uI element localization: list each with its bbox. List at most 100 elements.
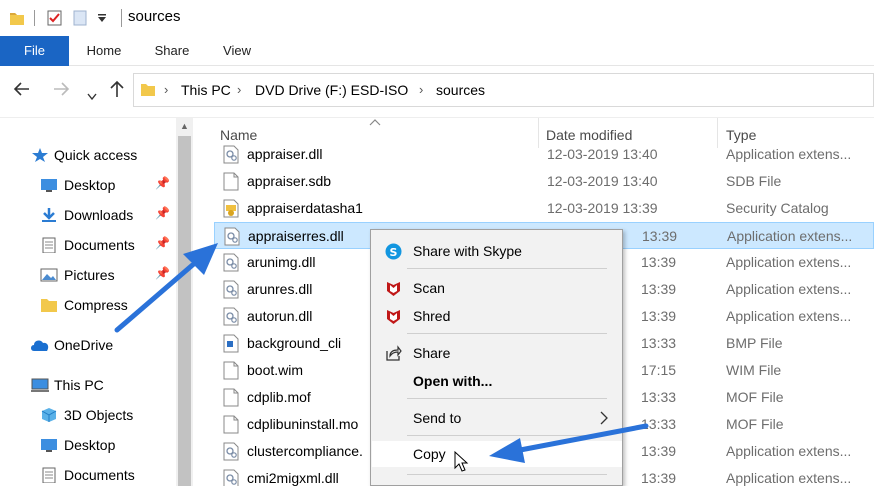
file-date: 13:39	[641, 254, 677, 270]
file-type: MOF File	[726, 416, 784, 432]
file-type: Application extens...	[726, 308, 852, 324]
navigation-pane: Quick access Desktop 📌 Downloads 📌 Docum…	[0, 118, 195, 486]
forward-button[interactable]	[52, 80, 70, 102]
bmp-icon	[223, 334, 239, 353]
context-menu: S Share with Skype Scan Shred Share Open…	[370, 229, 623, 486]
properties-icon[interactable]	[46, 9, 64, 27]
download-icon	[42, 208, 56, 222]
cube-icon	[41, 408, 57, 422]
star-icon	[32, 148, 48, 162]
nav-scrollbar[interactable]: ▲	[176, 118, 193, 486]
menu-separator	[407, 398, 607, 399]
tab-file[interactable]: File	[0, 36, 69, 66]
nav-label: Desktop	[64, 437, 116, 453]
file-date: 12-03-2019 13:39	[547, 200, 658, 216]
up-button[interactable]	[109, 80, 125, 102]
menu-item-share-with-skype[interactable]: S Share with Skype	[372, 238, 622, 264]
file-icon	[223, 388, 239, 407]
nav-item-pictures[interactable]: Pictures 📌	[0, 261, 176, 289]
address-row: › This PC › DVD Drive (F:) ESD-ISO › sou…	[0, 66, 874, 118]
file-date: 13:39	[641, 470, 677, 486]
nav-label: Compress	[64, 297, 128, 313]
nav-item-documents-pc[interactable]: Documents	[0, 461, 176, 486]
nav-item-quick-access[interactable]: Quick access	[0, 141, 176, 169]
file-name: autorun.dll	[247, 308, 313, 324]
menu-item-copy[interactable]: Copy	[372, 441, 622, 467]
file-name: appraiserdatasha1	[247, 200, 363, 216]
scroll-up-button[interactable]: ▲	[176, 118, 193, 135]
nav-item-this-pc[interactable]: This PC	[0, 371, 176, 399]
nav-item-desktop[interactable]: Desktop 📌	[0, 171, 176, 199]
file-name: appraiser.dll	[247, 146, 323, 162]
scrollbar-thumb[interactable]	[178, 136, 191, 486]
new-folder-icon[interactable]	[72, 9, 88, 27]
table-row[interactable]: appraiser.sdb 12-03-2019 13:40 SDB File	[214, 168, 874, 195]
table-row[interactable]: appraiser.dll 12-03-2019 13:40 Application…	[214, 141, 874, 168]
arrow-left-icon	[13, 82, 29, 96]
file-name: appraiser.sdb	[247, 173, 332, 189]
menu-separator	[407, 333, 607, 334]
file-type: BMP File	[726, 335, 783, 351]
file-date: 13:39	[642, 228, 678, 244]
file-type: Application extens...	[727, 228, 853, 244]
recent-locations-button[interactable]	[87, 85, 97, 105]
menu-item-scan[interactable]: Scan	[372, 275, 622, 301]
file-name: cmi2migxml.dll	[247, 470, 339, 486]
dll-icon	[223, 469, 239, 486]
file-type: Application extens...	[726, 254, 852, 270]
file-date: 13:33	[641, 389, 677, 405]
menu-item-label: Open with...	[413, 373, 493, 389]
table-row[interactable]: appraiserdatasha1 12-03-2019 13:39 Securit…	[214, 195, 874, 222]
tab-share[interactable]: Share	[141, 36, 203, 66]
qa-divider	[34, 10, 35, 26]
dll-icon	[224, 227, 240, 246]
tab-view[interactable]: View	[206, 36, 268, 66]
chevron-right-icon	[600, 411, 608, 425]
nav-label: Documents	[64, 467, 135, 483]
breadcrumb-separator: ›	[164, 82, 169, 97]
file-date: 17:15	[641, 362, 677, 378]
file-date: 13:33	[641, 335, 677, 351]
breadcrumb-separator: ›	[419, 82, 424, 97]
menu-item-share[interactable]: Share	[372, 340, 622, 366]
back-button[interactable]	[13, 80, 31, 102]
nav-item-compress[interactable]: Compress	[0, 291, 176, 319]
file-type: Application extens...	[726, 146, 852, 162]
file-type: Application extens...	[726, 443, 852, 459]
pin-icon: 📌	[155, 176, 170, 190]
title-divider	[121, 9, 122, 27]
address-bar[interactable]: › This PC › DVD Drive (F:) ESD-ISO › sou…	[133, 73, 874, 107]
pin-icon: 📌	[155, 206, 170, 220]
nav-item-desktop-pc[interactable]: Desktop	[0, 431, 176, 459]
file-name: background_cli	[247, 335, 342, 351]
catalog-icon	[223, 199, 239, 218]
menu-item-label: Scan	[413, 280, 445, 296]
breadcrumb-this-pc[interactable]: This PC	[181, 82, 231, 98]
nav-item-onedrive[interactable]: OneDrive	[0, 331, 176, 359]
sort-ascending-icon	[369, 119, 381, 126]
menu-item-send-to[interactable]: Send to	[372, 405, 622, 431]
breadcrumb-dvd-drive[interactable]: DVD Drive (F:) ESD-ISO	[255, 82, 408, 98]
menu-item-label: Share with Skype	[413, 243, 522, 259]
menu-item-label: Share	[413, 345, 451, 361]
nav-item-downloads[interactable]: Downloads 📌	[0, 201, 176, 229]
nav-item-documents[interactable]: Documents 📌	[0, 231, 176, 259]
folder-icon	[141, 84, 155, 96]
file-date: 13:39	[641, 308, 677, 324]
menu-item-open-with[interactable]: Open with...	[372, 368, 622, 394]
file-type: Security Catalog	[726, 200, 829, 216]
breadcrumb-sources[interactable]: sources	[436, 82, 485, 98]
customize-qa-icon[interactable]	[97, 14, 107, 24]
file-name: boot.wim	[247, 362, 304, 378]
file-type: Application extens...	[726, 470, 852, 486]
chevron-down-icon	[87, 93, 97, 101]
share-icon	[386, 345, 402, 361]
document-icon	[42, 237, 56, 253]
file-name: arunres.dll	[247, 281, 313, 297]
nav-item-3d-objects[interactable]: 3D Objects	[0, 401, 176, 429]
pin-icon: 📌	[155, 266, 170, 280]
file-name: clustercompliance.	[247, 443, 363, 459]
menu-separator	[407, 435, 607, 436]
menu-item-shred[interactable]: Shred	[372, 303, 622, 329]
tab-home[interactable]: Home	[73, 36, 135, 66]
